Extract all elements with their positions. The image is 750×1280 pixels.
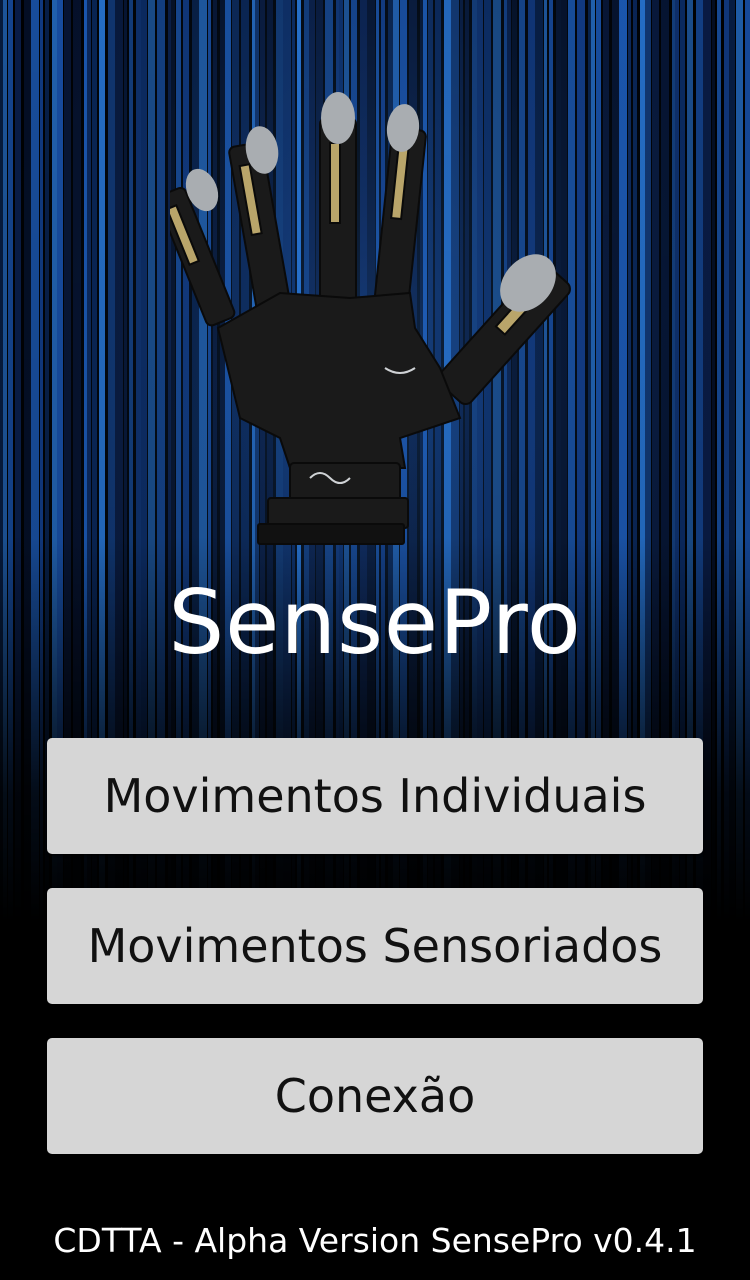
robotic-hand-image: [170, 92, 571, 545]
connection-button[interactable]: Conexão: [47, 1038, 703, 1154]
sensed-movements-button[interactable]: Movimentos Sensoriados: [47, 888, 703, 1004]
version-footer: CDTTA - Alpha Version SensePro v0.4.1: [53, 1221, 697, 1260]
individual-movements-button[interactable]: Movimentos Individuais: [47, 738, 703, 854]
app-title: SensePro: [168, 571, 582, 674]
main-screen: SensePro Movimentos Individuais Moviment…: [0, 0, 750, 1280]
